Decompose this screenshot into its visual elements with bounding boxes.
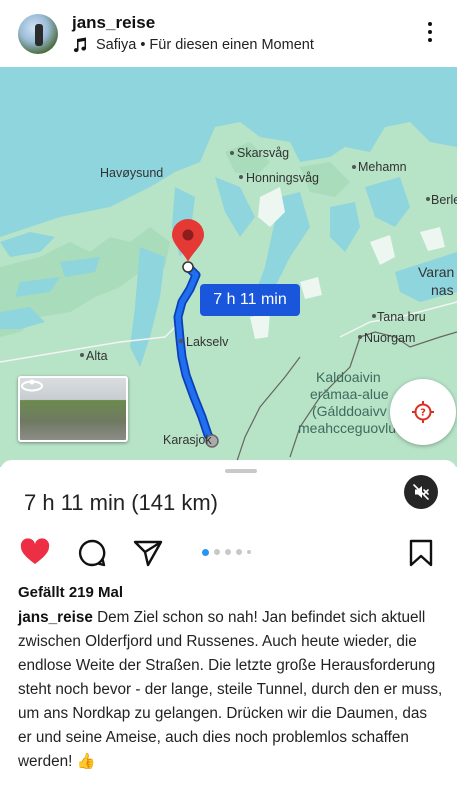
street-view-thumbnail[interactable] <box>18 376 128 442</box>
location-target-icon: ? <box>412 401 434 423</box>
post-actions <box>0 532 457 574</box>
heart-filled-icon[interactable] <box>20 538 50 568</box>
carousel-dot <box>236 549 242 555</box>
map-label-honningsvag: Honningsvåg <box>246 171 319 185</box>
map-label-nuorgam: Nuorgam <box>364 331 416 345</box>
map-label-alta: Alta <box>86 349 108 363</box>
map-label-varanger-2: nas <box>431 282 454 298</box>
caption-username[interactable]: jans_reise <box>18 609 93 626</box>
sheet-handle[interactable] <box>225 469 257 473</box>
route-summary: 7 h 11 min (141 km) <box>24 490 219 515</box>
map-label-berlevag: Berle <box>431 193 457 207</box>
map-label-karasjok: Karasjok <box>163 433 212 447</box>
avatar[interactable] <box>18 14 58 54</box>
map-label-havoysund: Havøysund <box>100 166 164 180</box>
carousel-dot <box>214 549 220 555</box>
map-label-lakselv: Lakselv <box>186 335 229 349</box>
location-button[interactable]: ? <box>390 379 456 445</box>
map-label-tana-bru: Tana bru <box>377 310 426 324</box>
route-sheet: 7 h 11 min (141 km) <box>0 460 457 532</box>
comment-icon[interactable] <box>77 538 107 568</box>
carousel-dot <box>247 550 251 554</box>
music-info[interactable]: Safiya • Für diesen einen Moment <box>72 37 314 53</box>
svg-text:?: ? <box>420 408 426 419</box>
username[interactable]: jans_reise <box>72 13 155 33</box>
post-header: jans_reise Safiya • Für diesen einen Mom… <box>0 0 457 67</box>
street-view-icon <box>21 379 43 392</box>
more-vert-icon[interactable] <box>423 22 437 46</box>
mute-button[interactable] <box>404 475 438 509</box>
likes-count[interactable]: Gefällt 219 Mal <box>18 584 123 601</box>
bookmark-icon[interactable] <box>406 538 436 568</box>
speaker-muted-icon <box>413 484 429 500</box>
carousel-indicator <box>202 548 256 556</box>
caption-text: Dem Ziel schon so nah! Jan befindet sich… <box>18 609 443 770</box>
music-note-icon <box>73 37 87 53</box>
music-label: Safiya • Für diesen einen Moment <box>96 37 314 53</box>
map-label-skarsvag: Skarsvåg <box>237 146 290 160</box>
map-label-kaldoaivi-2: erämaa-alue <box>310 386 389 402</box>
map-label-mehamn: Mehamn <box>358 160 407 174</box>
map-label-kaldoaivi-3: (Gálddoaivv <box>312 403 387 419</box>
eta-badge: 7 h 11 min <box>200 284 300 316</box>
map-view[interactable]: Skarsvåg Havøysund Honningsvåg Mehamn Be… <box>0 67 457 467</box>
carousel-dot <box>225 549 231 555</box>
map-label-kaldoaivi-4: meahcceguovlu <box>298 420 397 436</box>
send-icon[interactable] <box>133 538 163 568</box>
carousel-dot <box>202 548 209 556</box>
map-label-kaldoaivi-1: Kaldoaivin <box>316 369 381 385</box>
map-label-varanger: Varan <box>418 264 455 280</box>
post-caption: jans_reise Dem Ziel schon so nah! Jan be… <box>18 606 443 774</box>
